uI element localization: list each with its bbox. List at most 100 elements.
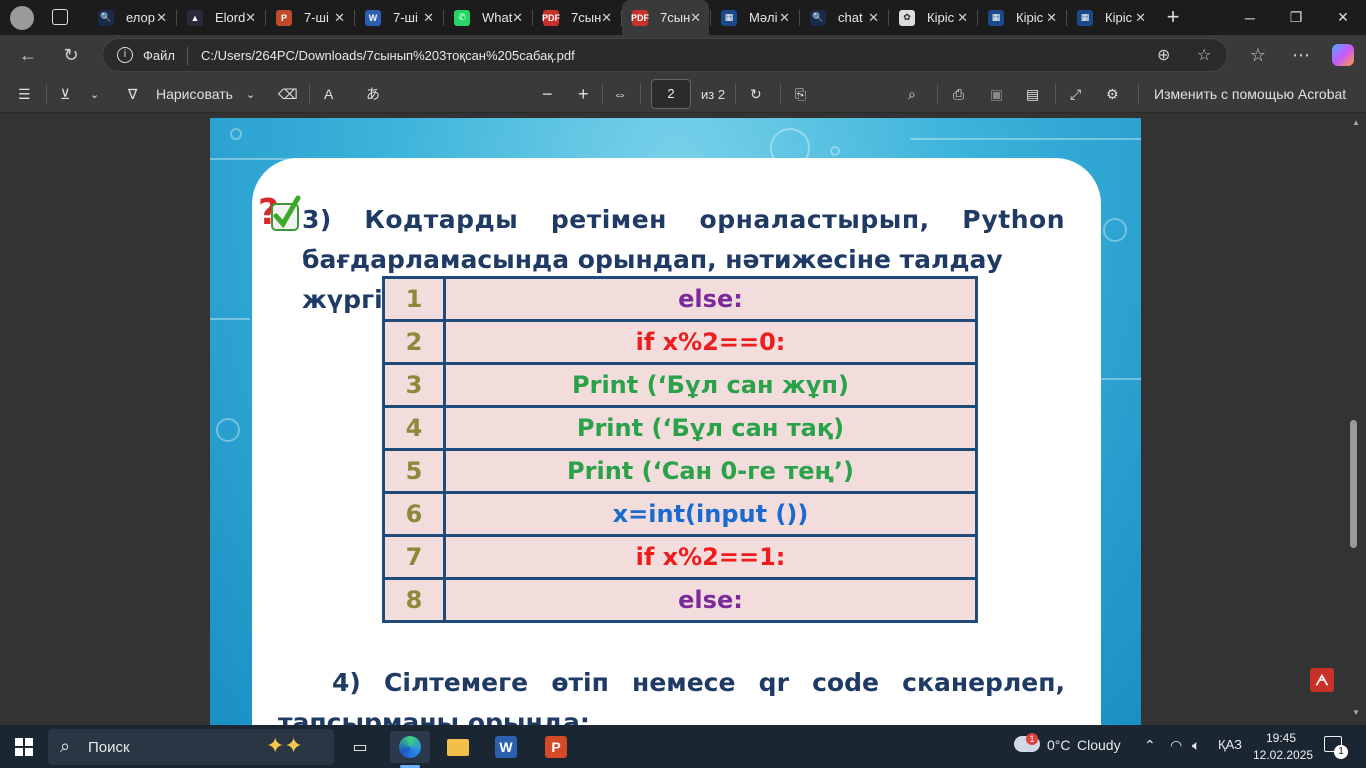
powerpoint-taskbar-icon[interactable]: P <box>536 731 576 763</box>
circuit-decoration <box>210 318 250 320</box>
close-tab-icon[interactable]: ✕ <box>423 10 434 26</box>
profile-avatar[interactable] <box>10 6 34 30</box>
close-tab-icon[interactable]: ✕ <box>1046 10 1057 26</box>
sparkle-icon: ✦✦ <box>266 733 303 758</box>
back-arrow-icon[interactable]: ← <box>12 39 44 71</box>
row-number: 8 <box>382 577 446 623</box>
close-tab-icon[interactable]: ✕ <box>779 10 790 26</box>
site-info-icon[interactable]: i <box>117 47 133 63</box>
close-tab-icon[interactable]: ✕ <box>334 10 345 26</box>
save-icon[interactable]: ▣ <box>990 82 1003 106</box>
code-cell: Print (‘Сан 0-ге тең’) <box>443 448 978 494</box>
close-tab-icon[interactable]: ✕ <box>512 10 523 26</box>
clock-time[interactable]: 19:45 <box>1266 731 1296 745</box>
new-tab-button[interactable]: + <box>1160 4 1186 30</box>
table-row: 8 else: <box>382 577 978 623</box>
close-tab-icon[interactable]: ✕ <box>690 10 701 26</box>
page-view-icon[interactable]: ⎘ <box>795 82 806 106</box>
table-row: 6 x=int(input ()) <box>382 491 978 537</box>
question-4-line-1: 4) Сілтемеге өтіп немесе qr code сканерл… <box>332 668 1065 697</box>
network-icon[interactable]: ◠ <box>1170 737 1182 754</box>
weather-temperature[interactable]: 0°C <box>1047 737 1071 753</box>
browser-tab[interactable]: ✆ What ✕ <box>444 0 531 35</box>
minimize-button[interactable]: ─ <box>1227 0 1273 35</box>
close-tab-icon[interactable]: ✕ <box>156 10 167 26</box>
refresh-icon[interactable]: ↻ <box>55 39 87 71</box>
code-cell: else: <box>443 577 978 623</box>
browser-tab[interactable]: ✿ Кіріс ✕ <box>889 0 976 35</box>
weather-badge: 1 <box>1026 733 1038 745</box>
edge-taskbar-icon[interactable] <box>390 731 430 763</box>
code-table: 1 else: 2 if x%2==0: 3 Print (‘Бұл сан жұп) 4 P… <box>382 276 978 623</box>
scroll-down-arrow-icon[interactable]: ▼ <box>1352 708 1360 717</box>
tab-actions-icon[interactable] <box>52 9 68 25</box>
contents-icon[interactable]: ☰ <box>18 82 31 106</box>
save-as-icon[interactable]: ▤ <box>1026 82 1039 106</box>
pdf-icon: PDF <box>542 9 560 26</box>
highlight-chevron-down-icon[interactable]: ⌄ <box>90 82 99 106</box>
taskbar-search[interactable]: ⌕ Поиск ✦✦ <box>48 729 334 765</box>
vertical-scrollbar-thumb[interactable] <box>1350 420 1357 548</box>
show-hidden-icons-chevron-up-icon[interactable]: ⌃ <box>1144 737 1156 754</box>
read-aloud-icon[interactable]: A <box>324 82 333 106</box>
draw-icon[interactable]: ∇ <box>128 82 137 106</box>
restore-button[interactable]: ❐ <box>1273 0 1319 35</box>
scroll-up-arrow-icon[interactable]: ▲ <box>1352 118 1360 127</box>
zoom-in-icon[interactable]: + <box>578 82 589 106</box>
favorites-icon[interactable]: ☆ <box>1242 39 1274 71</box>
browser-tab[interactable]: W 7-ші ✕ <box>355 0 442 35</box>
browser-tab[interactable]: ▦ Кіріс ✕ <box>978 0 1065 35</box>
close-tab-icon[interactable]: ✕ <box>601 10 612 26</box>
zoom-out-icon[interactable]: − <box>542 82 553 106</box>
copilot-icon[interactable] <box>1332 44 1354 66</box>
translate-icon[interactable]: あ <box>366 82 380 106</box>
weather-condition[interactable]: Cloudy <box>1077 737 1121 753</box>
address-bar[interactable]: i Файл C:/Users/264PC/Downloads/7сынып%2… <box>102 38 1228 72</box>
elorda-icon: ▲ <box>187 9 203 26</box>
chatgpt-icon: ✿ <box>899 9 915 26</box>
browser-tab[interactable]: P 7-ші ✕ <box>266 0 353 35</box>
print-icon[interactable]: ⎙ <box>953 82 964 106</box>
close-tab-icon[interactable]: ✕ <box>245 10 256 26</box>
close-tab-icon[interactable]: ✕ <box>868 10 879 26</box>
favorite-star-icon[interactable]: ☆ <box>1197 45 1211 65</box>
toolbar-divider <box>735 84 736 104</box>
word-taskbar-icon[interactable]: W <box>486 731 526 763</box>
browser-tab[interactable]: ▦ Мәлі ✕ <box>711 0 798 35</box>
file-explorer-icon[interactable] <box>438 731 478 763</box>
task-view-icon[interactable]: ▭ <box>340 731 380 763</box>
question-4-line-2: тапсырманы орында: <box>278 708 590 725</box>
highlight-icon[interactable]: ⊻ <box>60 82 70 106</box>
fit-page-icon[interactable]: ⇔ <box>613 82 627 106</box>
fullscreen-icon[interactable]: ⤢ <box>1070 82 1081 106</box>
pdf-viewer[interactable]: ? 3) Кодтарды ретімен орналастырып, Pyth… <box>0 113 1366 725</box>
more-menu-icon[interactable]: ⋯ <box>1285 39 1317 71</box>
language-indicator[interactable]: ҚАЗ <box>1218 737 1242 752</box>
windows-start-icon[interactable] <box>15 738 33 756</box>
close-tab-icon[interactable]: ✕ <box>1135 10 1146 26</box>
windows-taskbar: ⌕ Поиск ✦✦ ▭ W P 1 0°C Cloudy ⌃ ◠ 🔈︎ ҚАЗ… <box>0 725 1366 768</box>
browser-tab[interactable]: PDF 7сын ✕ <box>533 0 620 35</box>
bilimland-icon: ▦ <box>988 9 1004 26</box>
settings-gear-icon[interactable]: ⚙ <box>1106 82 1119 106</box>
browser-tab[interactable]: ▦ Кіріс ✕ <box>1067 0 1154 35</box>
browser-tab[interactable]: PDF 7сын ✕ <box>622 0 709 35</box>
search-icon[interactable]: ⌕ <box>908 82 916 106</box>
close-window-button[interactable]: ✕ <box>1320 0 1366 35</box>
close-tab-icon[interactable]: ✕ <box>957 10 968 26</box>
draw-button[interactable]: Нарисовать <box>156 82 233 106</box>
clock-date[interactable]: 12.02.2025 <box>1253 748 1313 762</box>
page-number-input[interactable]: 2 <box>651 79 691 109</box>
url-text[interactable]: C:/Users/264PC/Downloads/7сынып%203тоқса… <box>201 48 575 63</box>
zoom-icon[interactable]: ⊕ <box>1157 45 1170 65</box>
edit-with-acrobat-button[interactable]: Изменить с помощью Acrobat <box>1154 82 1346 106</box>
volume-icon[interactable]: 🔈︎ <box>1192 737 1200 754</box>
draw-chevron-down-icon[interactable]: ⌄ <box>246 82 255 106</box>
browser-tab[interactable]: 🔍 chat ✕ <box>800 0 887 35</box>
acrobat-icon[interactable]: ᗅ <box>1310 668 1334 692</box>
rotate-icon[interactable]: ↻ <box>750 82 762 106</box>
browser-tab[interactable]: 🔍 елор ✕ <box>88 0 175 35</box>
code-cell: x=int(input ()) <box>443 491 978 537</box>
eraser-icon[interactable]: ⌫ <box>278 82 298 106</box>
browser-tab[interactable]: ▲ Elord ✕ <box>177 0 264 35</box>
